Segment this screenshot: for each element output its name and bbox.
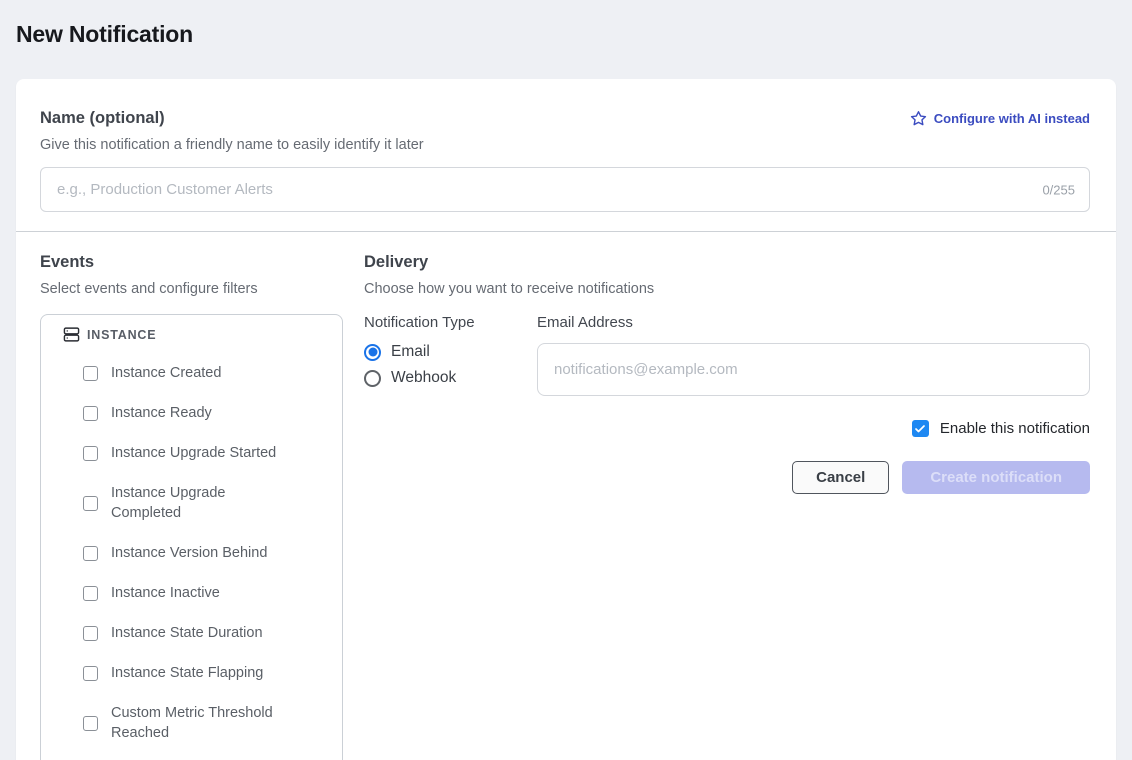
new-notification-card: Name (optional) Configure with AI instea… <box>16 79 1116 760</box>
enable-checkbox[interactable] <box>912 420 929 437</box>
event-label: Instance Created <box>111 363 221 383</box>
email-input[interactable] <box>537 343 1090 396</box>
event-row: Instance Version Behind <box>83 543 332 563</box>
events-description: Select events and configure filters <box>40 281 343 297</box>
event-label: Instance Upgrade Started <box>111 443 276 463</box>
delivery-heading: Delivery <box>364 253 1090 272</box>
event-checkbox-instance-state-flapping[interactable] <box>83 666 98 681</box>
notification-type-label: Notification Type <box>364 314 537 331</box>
event-checkbox-instance-ready[interactable] <box>83 406 98 421</box>
event-label: Instance Inactive <box>111 583 220 603</box>
radio-option-webhook[interactable]: Webhook <box>364 369 537 387</box>
configure-with-ai-label: Configure with AI instead <box>934 111 1090 126</box>
event-row: Instance State Duration <box>83 623 332 643</box>
name-input[interactable] <box>40 167 1090 212</box>
event-row: Instance Created <box>83 363 332 383</box>
event-label: Instance Version Behind <box>111 543 267 563</box>
event-label: Instance Upgrade Completed <box>111 483 271 523</box>
delivery-description: Choose how you want to receive notificat… <box>364 281 1090 297</box>
cancel-button[interactable]: Cancel <box>792 461 889 494</box>
events-section: Events Select events and configure filte… <box>40 253 343 760</box>
radio-option-email[interactable]: Email <box>364 343 537 361</box>
event-checkbox-instance-state-duration[interactable] <box>83 626 98 641</box>
event-row: Instance Upgrade Started <box>83 443 332 463</box>
event-label: Instance State Flapping <box>111 663 263 683</box>
event-checkbox-instance-upgrade-completed[interactable] <box>83 496 98 511</box>
enable-label: Enable this notification <box>940 420 1090 437</box>
event-checkbox-instance-inactive[interactable] <box>83 586 98 601</box>
event-row: Custom Metric Threshold Reached <box>83 703 332 743</box>
events-list: INSTANCE Instance Created Instance Ready… <box>40 314 343 760</box>
star-icon <box>910 110 927 127</box>
event-group-label: INSTANCE <box>87 328 156 342</box>
create-notification-button[interactable]: Create notification <box>902 461 1090 494</box>
events-heading: Events <box>40 253 343 272</box>
event-checkbox-instance-upgrade-started[interactable] <box>83 446 98 461</box>
event-label: Instance Ready <box>111 403 212 423</box>
server-icon <box>63 326 80 343</box>
page-title: New Notification <box>16 21 1132 48</box>
name-section: Name (optional) Configure with AI instea… <box>16 79 1116 231</box>
name-description: Give this notification a friendly name t… <box>40 137 1090 153</box>
event-checkbox-instance-created[interactable] <box>83 366 98 381</box>
event-label: Custom Metric Threshold Reached <box>111 703 281 743</box>
radio-email[interactable] <box>364 344 381 361</box>
event-checkbox-custom-metric-threshold[interactable] <box>83 716 98 731</box>
char-counter: 0/255 <box>1042 182 1075 197</box>
event-row: Instance State Flapping <box>83 663 332 683</box>
event-group-instance: INSTANCE <box>63 326 332 343</box>
enable-notification-row[interactable]: Enable this notification <box>364 420 1090 437</box>
radio-webhook[interactable] <box>364 370 381 387</box>
event-row: Instance Inactive <box>83 583 332 603</box>
email-address-label: Email Address <box>537 314 1090 331</box>
name-heading: Name (optional) <box>40 109 165 128</box>
event-row: Instance Upgrade Completed <box>83 483 332 523</box>
event-label: Instance State Duration <box>111 623 263 643</box>
event-checkbox-instance-version-behind[interactable] <box>83 546 98 561</box>
configure-with-ai-link[interactable]: Configure with AI instead <box>910 110 1090 127</box>
event-row: Instance Ready <box>83 403 332 423</box>
radio-webhook-label: Webhook <box>391 369 456 387</box>
radio-email-label: Email <box>391 343 430 361</box>
delivery-section: Delivery Choose how you want to receive … <box>364 253 1090 760</box>
